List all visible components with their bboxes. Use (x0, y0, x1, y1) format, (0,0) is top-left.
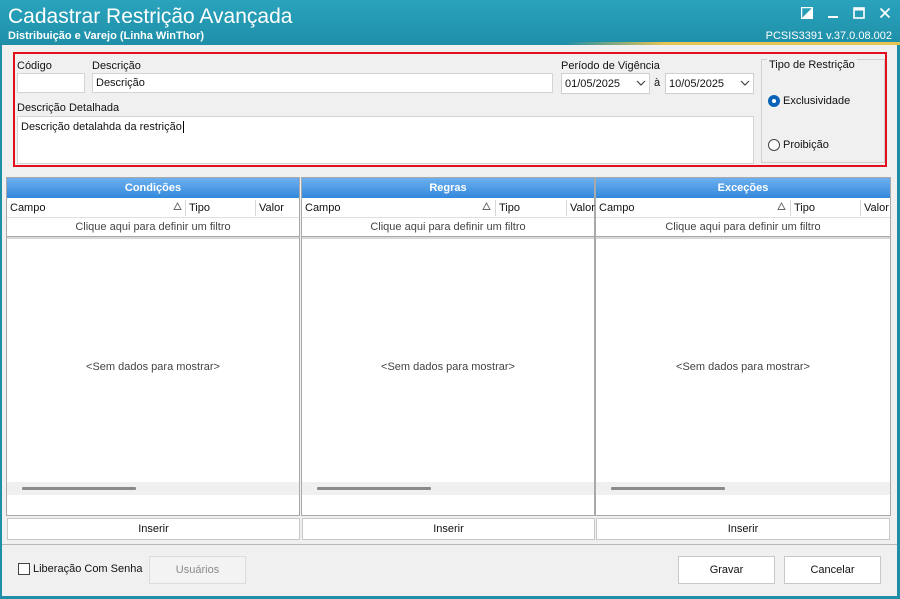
title-bar: Cadastrar Restrição Avançada Distribuiçã… (0, 0, 900, 45)
filter-row[interactable]: Clique aqui para definir um filtro (302, 218, 594, 237)
periodo-start-select[interactable]: 01/05/2025 (561, 73, 650, 94)
usuarios-button[interactable]: Usuários (149, 556, 246, 584)
text-cursor (182, 121, 184, 133)
panel-title: Exceções (596, 178, 890, 198)
periodo-end-value: 10/05/2025 (669, 78, 725, 90)
column-valor[interactable]: Valor (864, 202, 889, 214)
radio-proibicao-label: Proibição (783, 139, 829, 151)
minimize-icon[interactable] (826, 5, 840, 21)
cancelar-button[interactable]: Cancelar (784, 556, 881, 584)
footer-divider (2, 544, 897, 545)
periodo-label: Período de Vigência (561, 60, 660, 72)
empty-message: <Sem dados para mostrar> (381, 361, 515, 373)
scroll-thumb[interactable] (317, 487, 431, 490)
sort-asc-icon (482, 202, 491, 210)
column-separator (255, 200, 256, 216)
restriction-header-form: Código Descrição Descrição Período de Vi… (13, 52, 887, 167)
descricao-label: Descrição (92, 60, 141, 72)
horizontal-scrollbar[interactable] (596, 482, 890, 495)
radio-selected-icon (768, 95, 780, 107)
liberacao-com-senha-checkbox[interactable]: Liberação Com Senha (18, 563, 142, 575)
column-tipo[interactable]: Tipo (794, 202, 815, 214)
tipo-restricao-label: Tipo de Restrição (767, 59, 857, 71)
empty-message: <Sem dados para mostrar> (86, 361, 220, 373)
column-headers: Campo Tipo Valor (302, 198, 595, 218)
periodo-separator: à (654, 77, 661, 89)
checkbox-unchecked-icon (18, 563, 30, 575)
descricao-field[interactable]: Descrição (92, 73, 553, 93)
inserir-excecoes-button[interactable]: Inserir (596, 518, 890, 540)
column-separator (495, 200, 496, 216)
chevron-down-icon (636, 80, 646, 86)
column-tipo[interactable]: Tipo (499, 202, 520, 214)
column-campo[interactable]: Campo (10, 202, 45, 214)
grid-body: <Sem dados para mostrar> (302, 237, 594, 495)
radio-unselected-icon (768, 139, 780, 151)
descricao-detalhada-label: Descrição Detalhada (17, 102, 120, 114)
periodo-start-value: 01/05/2025 (565, 78, 621, 90)
column-separator (790, 200, 791, 216)
column-separator (185, 200, 186, 216)
close-icon[interactable] (878, 5, 892, 21)
scroll-thumb[interactable] (611, 487, 725, 490)
grid-body: <Sem dados para mostrar> (7, 237, 299, 495)
column-tipo[interactable]: Tipo (189, 202, 210, 214)
codigo-label: Código (17, 60, 52, 72)
column-valor[interactable]: Valor (259, 202, 284, 214)
column-separator (860, 200, 861, 216)
horizontal-scrollbar[interactable] (7, 482, 299, 495)
descricao-detalhada-value: Descrição detalahda da restrição (21, 121, 182, 133)
gravar-button[interactable]: Gravar (678, 556, 775, 584)
restore-layout-icon[interactable] (800, 5, 814, 21)
inserir-regras-button[interactable]: Inserir (302, 518, 595, 540)
descricao-detalhada-field[interactable]: Descrição detalahda da restrição (17, 116, 754, 164)
scroll-thumb[interactable] (22, 487, 136, 490)
window-controls (800, 5, 892, 21)
column-campo[interactable]: Campo (599, 202, 634, 214)
tipo-restricao-group: Tipo de Restrição Exclusividade Proibiçã… (761, 59, 885, 163)
radio-exclusividade-label: Exclusividade (783, 95, 851, 107)
window-title: Cadastrar Restrição Avançada (8, 5, 293, 28)
inserir-condicoes-button[interactable]: Inserir (7, 518, 300, 540)
column-separator (566, 200, 567, 216)
column-campo[interactable]: Campo (305, 202, 340, 214)
sort-asc-icon (777, 202, 786, 210)
radio-exclusividade[interactable]: Exclusividade (768, 95, 850, 107)
app-window: Cadastrar Restrição Avançada Distribuiçã… (0, 0, 900, 599)
column-headers: Campo Tipo Valor (7, 198, 299, 218)
liberacao-label: Liberação Com Senha (33, 563, 143, 575)
panel-title: Regras (302, 178, 594, 198)
radio-proibicao[interactable]: Proibição (768, 139, 829, 151)
client-area: Código Descrição Descrição Período de Vi… (2, 45, 897, 596)
grid-body: <Sem dados para mostrar> (596, 237, 890, 495)
panel-regras: Regras Campo Tipo Valor Clique aqui para… (301, 177, 595, 516)
sort-asc-icon (173, 202, 182, 210)
codigo-field[interactable] (17, 73, 85, 93)
periodo-end-select[interactable]: 10/05/2025 (665, 73, 754, 94)
chevron-down-icon (740, 80, 750, 86)
column-valor[interactable]: Valor (570, 202, 595, 214)
panel-condicoes: Condições Campo Tipo Valor Clique aqui p… (6, 177, 300, 516)
version-label: PCSIS3391 v.37.0.08.002 (765, 30, 892, 42)
column-headers: Campo Tipo Valor (596, 198, 890, 218)
horizontal-scrollbar[interactable] (302, 482, 594, 495)
window-subtitle: Distribuição e Varejo (Linha WinThor) (8, 30, 205, 42)
maximize-icon[interactable] (852, 5, 866, 21)
empty-message: <Sem dados para mostrar> (676, 361, 810, 373)
panel-excecoes: Exceções Campo Tipo Valor Clique aqui pa… (595, 177, 891, 516)
filter-row[interactable]: Clique aqui para definir um filtro (7, 218, 299, 237)
panel-title: Condições (7, 178, 299, 198)
filter-row[interactable]: Clique aqui para definir um filtro (596, 218, 890, 237)
